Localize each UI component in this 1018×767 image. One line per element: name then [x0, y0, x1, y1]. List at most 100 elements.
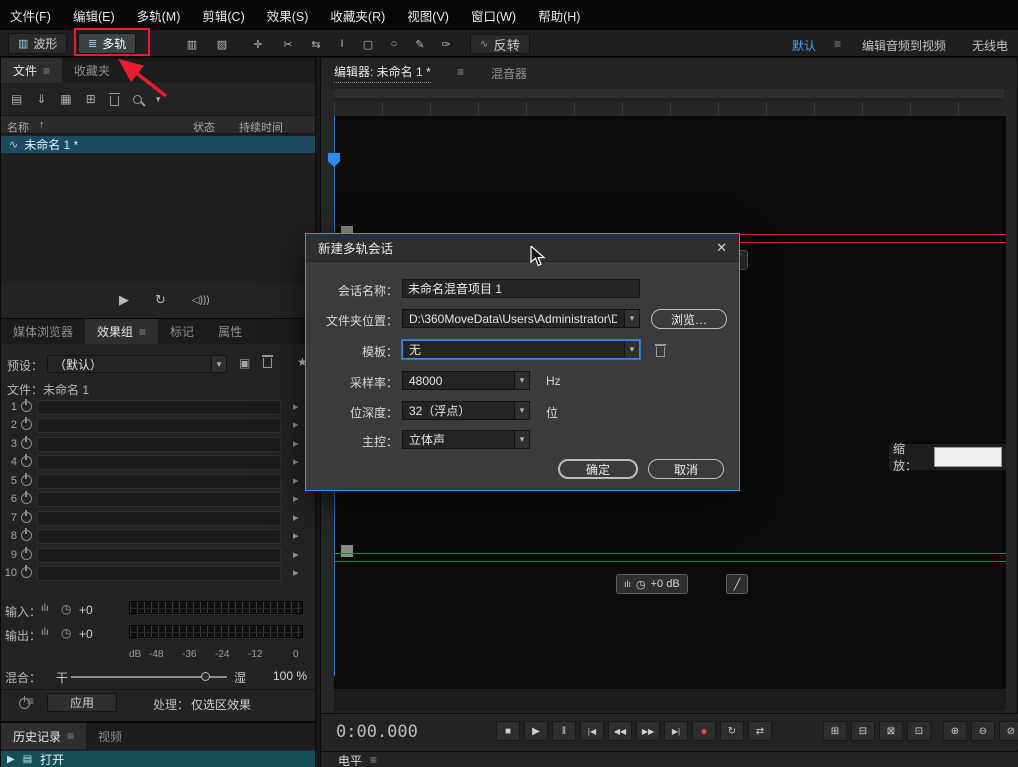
slot-insert[interactable]	[37, 455, 281, 470]
spot-healing-tool-icon[interactable]: ✑	[434, 35, 458, 53]
insert-into-multitrack-icon[interactable]: ⊞	[86, 92, 96, 106]
save-preset-icon[interactable]: ▣	[239, 356, 250, 370]
preview-loop-icon[interactable]: ↻	[155, 292, 166, 308]
slot-power-icon[interactable]	[21, 512, 32, 523]
slip-tool-icon[interactable]: ⇆	[304, 35, 328, 53]
mix-slider-knob[interactable]	[201, 672, 210, 681]
record-button[interactable]: ●	[692, 721, 716, 741]
menu-favorites[interactable]: 收藏夹(R)	[330, 6, 385, 25]
menu-file[interactable]: 文件(F)	[10, 6, 51, 25]
master-combo[interactable]: 立体声 ▾	[402, 430, 530, 449]
slot-arrow-icon[interactable]: ▸	[293, 511, 299, 524]
timeline-navigator[interactable]	[334, 89, 1006, 98]
session-name-input[interactable]	[402, 279, 640, 298]
tab-properties[interactable]: 属性	[206, 319, 254, 344]
delete-template-icon[interactable]	[656, 347, 665, 357]
zoom-selection-button[interactable]: ⊕	[943, 721, 967, 741]
mix-percent[interactable]: 100 %	[273, 669, 307, 683]
search-dropdown-icon[interactable]: ▾	[156, 94, 161, 105]
razor-tool-icon[interactable]: ✂	[276, 35, 300, 53]
slot-arrow-icon[interactable]: ▸	[293, 566, 299, 579]
slot-arrow-icon[interactable]: ▸	[293, 548, 299, 561]
slot-insert[interactable]	[37, 548, 281, 563]
process-value[interactable]: 仅选区效果	[191, 696, 251, 713]
move-to-end-button[interactable]: ▶|	[664, 721, 688, 741]
spectral-display-icon[interactable]: ▨	[210, 35, 234, 53]
ok-button[interactable]: 确定	[558, 459, 638, 479]
time-selection-tool-icon[interactable]: I	[330, 35, 354, 53]
tab-effects-rack[interactable]: 效果组 ≡	[85, 319, 158, 344]
loop-playback-button[interactable]: ↻	[720, 721, 744, 741]
cancel-button[interactable]: 取消	[648, 459, 724, 479]
stop-button[interactable]: ■	[496, 721, 520, 741]
zoom-in-point-button[interactable]: ⊠	[879, 721, 903, 741]
slot-power-icon[interactable]	[21, 419, 32, 430]
waveform-display-icon[interactable]: ▥	[180, 35, 204, 53]
slot-insert[interactable]	[37, 400, 281, 415]
slot-insert[interactable]	[37, 418, 281, 433]
slot-power-icon[interactable]	[21, 456, 32, 467]
master-dropdown-icon[interactable]: ▾	[514, 431, 529, 448]
mix-slider[interactable]	[71, 676, 227, 678]
template-combo[interactable]: 无 ▾	[402, 340, 640, 359]
menu-clip[interactable]: 剪辑(C)	[202, 6, 244, 25]
menu-multitrack[interactable]: 多轨(M)	[137, 6, 181, 25]
slot-arrow-icon[interactable]: ▸	[293, 455, 299, 468]
browse-button[interactable]: 浏览…	[651, 309, 727, 329]
tab-video[interactable]: 视频	[86, 723, 134, 749]
hud-db-value[interactable]: +0 dB	[651, 578, 680, 590]
slot-arrow-icon[interactable]: ▸	[293, 418, 299, 431]
template-dropdown-icon[interactable]: ▾	[624, 341, 639, 358]
open-folder-icon[interactable]: ▤	[11, 92, 22, 106]
zoom-in-time-button[interactable]: ⊞	[823, 721, 847, 741]
sample-rate-dropdown-icon[interactable]: ▾	[514, 372, 529, 389]
invert-favorite-button[interactable]: ∿ 反转	[470, 34, 530, 54]
volume-hud[interactable]: ılı ◷ +0 dB	[616, 574, 688, 594]
menu-view[interactable]: 视图(V)	[407, 6, 449, 25]
zoom-out-point-button[interactable]: ⊡	[907, 721, 931, 741]
levels-menu-icon[interactable]: ≡	[370, 753, 377, 767]
import-file-icon[interactable]: ⇓	[36, 92, 46, 106]
dialog-title-bar[interactable]: 新建多轨会话 ✕	[306, 234, 739, 262]
marquee-selection-tool-icon[interactable]: ▢	[356, 35, 380, 53]
history-menu-icon[interactable]: ≡	[67, 729, 74, 743]
rewind-button[interactable]: ◀◀	[608, 721, 632, 741]
workspace-radio[interactable]: 无线电	[972, 37, 1008, 54]
menu-edit[interactable]: 编辑(E)	[73, 6, 115, 25]
slot-arrow-icon[interactable]: ▸	[293, 474, 299, 487]
delete-file-icon[interactable]	[110, 96, 119, 106]
delete-preset-icon[interactable]	[263, 358, 272, 368]
paintbrush-tool-icon[interactable]: ✎	[408, 35, 432, 53]
workspace-default[interactable]: 默认	[792, 37, 816, 54]
levels-label[interactable]: 电平	[338, 752, 362, 767]
preset-dropdown-icon[interactable]: ▾	[211, 356, 226, 372]
sort-ascending-icon[interactable]: ↑	[39, 119, 45, 131]
tab-files[interactable]: 文件 ≡	[1, 58, 62, 83]
editor-menu-icon[interactable]: ≡	[457, 65, 464, 79]
input-value[interactable]: +0	[79, 603, 93, 617]
zoom-out-time-button[interactable]: ⊟	[851, 721, 875, 741]
output-clock-icon[interactable]: ◷	[61, 626, 71, 640]
slot-power-icon[interactable]	[21, 493, 32, 504]
clip-icon[interactable]	[341, 545, 353, 557]
file-row-untitled[interactable]: ∿ 未命名 1 *	[1, 136, 315, 153]
tab-history[interactable]: 历史记录 ≡	[1, 723, 86, 749]
slot-insert[interactable]	[37, 511, 281, 526]
lasso-selection-tool-icon[interactable]: ○	[382, 35, 406, 53]
slot-power-icon[interactable]	[21, 530, 32, 541]
column-name[interactable]: 名称	[7, 119, 29, 135]
slot-power-icon[interactable]	[21, 401, 32, 412]
timeline-ruler[interactable]	[334, 102, 1006, 116]
slot-arrow-icon[interactable]: ▸	[293, 529, 299, 542]
slot-arrow-icon[interactable]: ▸	[293, 437, 299, 450]
search-icon[interactable]	[133, 95, 142, 104]
play-button[interactable]: ▶	[524, 721, 548, 741]
output-value[interactable]: +0	[79, 627, 93, 641]
close-icon[interactable]: ✕	[716, 240, 727, 256]
menu-window[interactable]: 窗口(W)	[471, 6, 516, 25]
history-entry-open[interactable]: ▶ ▤ 打开	[1, 751, 315, 767]
preview-speaker-icon[interactable]: ◁)))	[192, 295, 210, 306]
slot-insert[interactable]	[37, 492, 281, 507]
slot-power-icon[interactable]	[21, 567, 32, 578]
fast-forward-button[interactable]: ▶▶	[636, 721, 660, 741]
